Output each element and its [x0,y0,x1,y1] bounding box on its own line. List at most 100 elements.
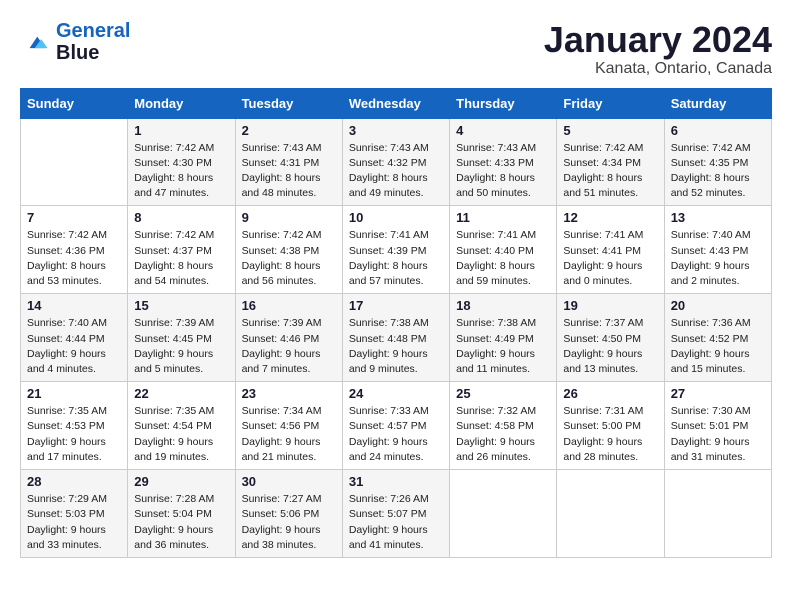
location: Kanata, Ontario, Canada [544,60,772,78]
page-header: General Blue January 2024 Kanata, Ontari… [20,20,772,78]
week-row-4: 21 Sunrise: 7:35 AM Sunset: 4:53 PM Dayli… [21,382,772,470]
day-cell: 30 Sunrise: 7:27 AM Sunset: 5:06 PM Dayli… [235,470,342,558]
calendar-body: 1Sunrise: 7:42 AM Sunset: 4:30 PM Daylig… [21,118,772,557]
day-info: Sunrise: 7:39 AM Sunset: 4:46 PM Dayligh… [242,316,336,377]
day-info: Sunrise: 7:39 AM Sunset: 4:45 PM Dayligh… [134,316,228,377]
day-number: 13 [671,210,765,225]
day-cell: 21 Sunrise: 7:35 AM Sunset: 4:53 PM Dayli… [21,382,128,470]
day-number: 8 [134,210,228,225]
week-row-3: 14 Sunrise: 7:40 AM Sunset: 4:44 PM Dayli… [21,294,772,382]
day-info: Sunrise: 7:40 AM Sunset: 4:44 PM Dayligh… [27,316,121,377]
day-info: Sunrise: 7:38 AM Sunset: 4:48 PM Dayligh… [349,316,443,377]
day-info: Sunrise: 7:35 AM Sunset: 4:53 PM Dayligh… [27,404,121,465]
day-info: Sunrise: 7:32 AM Sunset: 4:58 PM Dayligh… [456,404,550,465]
day-info: Sunrise: 7:38 AM Sunset: 4:49 PM Dayligh… [456,316,550,377]
day-cell: 2 Sunrise: 7:43 AM Sunset: 4:31 PM Daylig… [235,118,342,206]
day-info: Sunrise: 7:26 AM Sunset: 5:07 PM Dayligh… [349,492,443,553]
day-header-sunday: Sunday [21,88,128,118]
week-row-1: 1Sunrise: 7:42 AM Sunset: 4:30 PM Daylig… [21,118,772,206]
logo-icon [20,34,52,52]
day-info: Sunrise: 7:37 AM Sunset: 4:50 PM Dayligh… [563,316,657,377]
day-number: 6 [671,123,765,138]
day-info: Sunrise: 7:43 AM Sunset: 4:33 PM Dayligh… [456,141,550,202]
day-info: Sunrise: 7:42 AM Sunset: 4:34 PM Dayligh… [563,141,657,202]
day-number: 24 [349,386,443,401]
title-block: January 2024 Kanata, Ontario, Canada [544,20,772,78]
day-info: Sunrise: 7:42 AM Sunset: 4:35 PM Dayligh… [671,141,765,202]
day-cell: 13 Sunrise: 7:40 AM Sunset: 4:43 PM Dayli… [664,206,771,294]
day-cell: 20 Sunrise: 7:36 AM Sunset: 4:52 PM Dayli… [664,294,771,382]
day-cell [450,470,557,558]
day-cell: 6 Sunrise: 7:42 AM Sunset: 4:35 PM Daylig… [664,118,771,206]
day-cell: 25Sunrise: 7:32 AM Sunset: 4:58 PM Dayli… [450,382,557,470]
day-number: 17 [349,298,443,313]
day-cell: 8Sunrise: 7:42 AM Sunset: 4:37 PM Daylig… [128,206,235,294]
day-info: Sunrise: 7:41 AM Sunset: 4:39 PM Dayligh… [349,228,443,289]
logo: General Blue [20,20,130,64]
day-cell: 24Sunrise: 7:33 AM Sunset: 4:57 PM Dayli… [342,382,449,470]
day-number: 10 [349,210,443,225]
day-number: 31 [349,474,443,489]
day-number: 20 [671,298,765,313]
day-info: Sunrise: 7:27 AM Sunset: 5:06 PM Dayligh… [242,492,336,553]
day-info: Sunrise: 7:43 AM Sunset: 4:31 PM Dayligh… [242,141,336,202]
day-cell: 19Sunrise: 7:37 AM Sunset: 4:50 PM Dayli… [557,294,664,382]
day-number: 29 [134,474,228,489]
day-number: 9 [242,210,336,225]
day-header-tuesday: Tuesday [235,88,342,118]
day-number: 30 [242,474,336,489]
day-number: 22 [134,386,228,401]
day-info: Sunrise: 7:36 AM Sunset: 4:52 PM Dayligh… [671,316,765,377]
day-cell: 11Sunrise: 7:41 AM Sunset: 4:40 PM Dayli… [450,206,557,294]
day-number: 16 [242,298,336,313]
day-number: 2 [242,123,336,138]
day-cell: 1Sunrise: 7:42 AM Sunset: 4:30 PM Daylig… [128,118,235,206]
logo-text: General Blue [56,20,130,64]
day-cell: 4 Sunrise: 7:43 AM Sunset: 4:33 PM Daylig… [450,118,557,206]
day-cell: 29 Sunrise: 7:28 AM Sunset: 5:04 PM Dayli… [128,470,235,558]
day-number: 23 [242,386,336,401]
calendar-table: SundayMondayTuesdayWednesdayThursdayFrid… [20,88,772,558]
day-cell: 18 Sunrise: 7:38 AM Sunset: 4:49 PM Dayli… [450,294,557,382]
day-cell [21,118,128,206]
day-number: 26 [563,386,657,401]
day-info: Sunrise: 7:28 AM Sunset: 5:04 PM Dayligh… [134,492,228,553]
day-number: 12 [563,210,657,225]
day-info: Sunrise: 7:42 AM Sunset: 4:36 PM Dayligh… [27,228,121,289]
day-number: 15 [134,298,228,313]
day-cell: 26 Sunrise: 7:31 AM Sunset: 5:00 PM Dayli… [557,382,664,470]
day-info: Sunrise: 7:31 AM Sunset: 5:00 PM Dayligh… [563,404,657,465]
week-row-5: 28 Sunrise: 7:29 AM Sunset: 5:03 PM Dayli… [21,470,772,558]
day-cell: 12Sunrise: 7:41 AM Sunset: 4:41 PM Dayli… [557,206,664,294]
day-number: 14 [27,298,121,313]
day-cell: 23 Sunrise: 7:34 AM Sunset: 4:56 PM Dayli… [235,382,342,470]
day-header-thursday: Thursday [450,88,557,118]
day-cell: 15 Sunrise: 7:39 AM Sunset: 4:45 PM Dayli… [128,294,235,382]
day-number: 7 [27,210,121,225]
day-cell: 16 Sunrise: 7:39 AM Sunset: 4:46 PM Dayli… [235,294,342,382]
day-info: Sunrise: 7:40 AM Sunset: 4:43 PM Dayligh… [671,228,765,289]
day-number: 27 [671,386,765,401]
day-cell: 22Sunrise: 7:35 AM Sunset: 4:54 PM Dayli… [128,382,235,470]
day-cell [664,470,771,558]
logo-general: General [56,20,130,42]
day-number: 5 [563,123,657,138]
day-cell: 27Sunrise: 7:30 AM Sunset: 5:01 PM Dayli… [664,382,771,470]
day-cell: 10 Sunrise: 7:41 AM Sunset: 4:39 PM Dayli… [342,206,449,294]
day-cell: 9Sunrise: 7:42 AM Sunset: 4:38 PM Daylig… [235,206,342,294]
day-number: 28 [27,474,121,489]
day-cell: 7 Sunrise: 7:42 AM Sunset: 4:36 PM Daylig… [21,206,128,294]
month-title: January 2024 [544,20,772,60]
day-header-saturday: Saturday [664,88,771,118]
day-number: 21 [27,386,121,401]
day-info: Sunrise: 7:29 AM Sunset: 5:03 PM Dayligh… [27,492,121,553]
day-number: 18 [456,298,550,313]
day-header-friday: Friday [557,88,664,118]
day-cell: 5 Sunrise: 7:42 AM Sunset: 4:34 PM Daylig… [557,118,664,206]
calendar-header: SundayMondayTuesdayWednesdayThursdayFrid… [21,88,772,118]
day-header-monday: Monday [128,88,235,118]
day-number: 4 [456,123,550,138]
day-info: Sunrise: 7:34 AM Sunset: 4:56 PM Dayligh… [242,404,336,465]
day-info: Sunrise: 7:43 AM Sunset: 4:32 PM Dayligh… [349,141,443,202]
day-cell: 17 Sunrise: 7:38 AM Sunset: 4:48 PM Dayli… [342,294,449,382]
